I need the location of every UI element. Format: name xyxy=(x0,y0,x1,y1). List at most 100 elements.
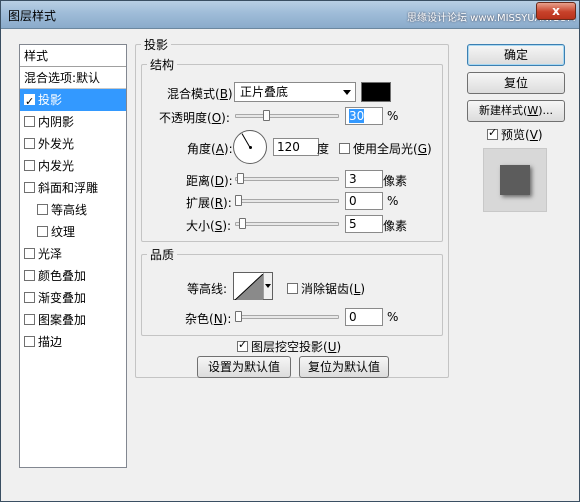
size-label: 大小(S): xyxy=(186,219,232,233)
contour-picker[interactable] xyxy=(233,272,273,300)
style-item[interactable]: 内发光 xyxy=(20,155,126,177)
style-item-checkbox[interactable] xyxy=(24,248,35,259)
preview-option[interactable]: 预览(V) xyxy=(487,126,543,143)
spread-unit: % xyxy=(387,194,399,208)
noise-input[interactable]: 0 xyxy=(345,308,383,326)
size-unit: 像素 xyxy=(383,219,408,233)
global-light-checkbox[interactable] xyxy=(339,143,350,154)
noise-slider-track[interactable] xyxy=(235,315,339,319)
set-default-button[interactable]: 设置为默认值 xyxy=(197,356,291,378)
opacity-input[interactable]: 30 xyxy=(345,107,383,125)
noise-label: 杂色(N): xyxy=(185,312,232,326)
style-item-label: 外发光 xyxy=(38,137,75,151)
style-item-label: 等高线 xyxy=(51,203,88,217)
reset-default-button[interactable]: 复位为默认值 xyxy=(299,356,389,378)
distance-unit: 像素 xyxy=(383,174,408,188)
quality-title: 品质 xyxy=(150,248,175,262)
opacity-unit: % xyxy=(387,109,399,123)
style-item[interactable]: 描边 xyxy=(20,331,126,353)
style-list-header: 样式 xyxy=(20,45,126,67)
style-item-label: 渐变叠加 xyxy=(38,291,87,305)
global-light-option[interactable]: 使用全局光(G) xyxy=(339,140,432,157)
style-item-label: 描边 xyxy=(38,335,63,349)
style-item-checkbox[interactable] xyxy=(24,116,35,127)
window-title: 图层样式 xyxy=(8,9,57,23)
angle-center-dot xyxy=(249,146,252,149)
opacity-label: 不透明度(O): xyxy=(159,111,230,125)
style-item-checkbox[interactable] xyxy=(24,314,35,325)
style-item[interactable]: 光泽 xyxy=(20,243,126,265)
angle-input[interactable]: 120 xyxy=(273,138,319,156)
contour-curve-icon xyxy=(235,274,263,300)
style-item-checkbox[interactable] xyxy=(24,182,35,193)
style-item-checkbox[interactable] xyxy=(24,270,35,281)
style-item-checkbox[interactable] xyxy=(24,292,35,303)
preview-checkbox[interactable] xyxy=(487,126,498,140)
antialias-option[interactable]: 消除锯齿(L) xyxy=(287,280,365,297)
noise-unit: % xyxy=(387,310,399,324)
opacity-slider-track[interactable] xyxy=(235,114,339,118)
style-list: 样式 混合选项:默认 投影内阴影外发光内发光斜面和浮雕等高线纹理光泽颜色叠加渐变… xyxy=(19,44,127,468)
style-item[interactable]: 外发光 xyxy=(20,133,126,155)
style-item[interactable]: 等高线 xyxy=(20,199,126,221)
style-item-label: 内阴影 xyxy=(38,115,75,129)
distance-slider-thumb[interactable] xyxy=(237,173,244,184)
size-slider-track[interactable] xyxy=(235,222,339,226)
angle-unit: 度 xyxy=(317,142,330,156)
blend-mode-label: 混合模式(B): xyxy=(167,87,237,101)
style-item-label: 图案叠加 xyxy=(38,313,87,327)
style-item-checkbox[interactable] xyxy=(37,204,48,215)
drop-shadow-title: 投影 xyxy=(144,38,169,52)
spread-label: 扩展(R): xyxy=(186,196,232,210)
style-item-label: 光泽 xyxy=(38,247,63,261)
style-item-checkbox[interactable] xyxy=(24,336,35,347)
style-item-checkbox[interactable] xyxy=(24,91,35,113)
spread-slider-thumb[interactable] xyxy=(235,195,242,206)
reset-button[interactable]: 复位 xyxy=(467,72,565,94)
contour-label: 等高线: xyxy=(187,282,228,296)
angle-label: 角度(A): xyxy=(187,142,233,156)
knockout-option[interactable]: 图层挖空投影(U) xyxy=(237,338,341,355)
antialias-checkbox[interactable] xyxy=(287,283,298,294)
style-item[interactable]: 投影 xyxy=(20,89,126,113)
style-item[interactable]: 颜色叠加 xyxy=(20,265,126,287)
shadow-color-swatch[interactable] xyxy=(361,82,391,102)
style-item-checkbox[interactable] xyxy=(24,138,35,149)
style-item[interactable]: 纹理 xyxy=(20,221,126,243)
distance-slider-track[interactable] xyxy=(235,177,339,181)
preview-thumbnail xyxy=(483,148,547,212)
distance-input[interactable]: 3 xyxy=(345,170,383,188)
style-items: 投影内阴影外发光内发光斜面和浮雕等高线纹理光泽颜色叠加渐变叠加图案叠加描边 xyxy=(20,89,126,353)
blend-options-item[interactable]: 混合选项:默认 xyxy=(20,67,126,89)
angle-dial[interactable] xyxy=(233,130,267,164)
close-icon: x xyxy=(552,4,560,18)
style-item-checkbox[interactable] xyxy=(24,160,35,171)
chevron-down-icon xyxy=(343,90,351,95)
ok-button[interactable]: 确定 xyxy=(467,44,565,66)
style-item-label: 投影 xyxy=(38,93,63,107)
noise-slider-thumb[interactable] xyxy=(235,311,242,322)
blend-mode-select[interactable]: 正片叠底 xyxy=(234,82,356,102)
style-item-label: 内发光 xyxy=(38,159,75,173)
structure-title: 结构 xyxy=(150,58,175,72)
spread-slider-track[interactable] xyxy=(235,199,339,203)
chevron-down-icon[interactable] xyxy=(263,273,272,299)
spread-input[interactable]: 0 xyxy=(345,192,383,210)
blend-mode-value: 正片叠底 xyxy=(240,85,289,99)
close-button[interactable]: x xyxy=(536,2,576,20)
size-input[interactable]: 5 xyxy=(345,215,383,233)
style-item[interactable]: 斜面和浮雕 xyxy=(20,177,126,199)
layer-style-dialog: 图层样式 思缘设计论坛 www.MISSYUAN.COM x 样式 混合选项:默… xyxy=(0,0,580,502)
style-item-checkbox[interactable] xyxy=(37,226,48,237)
style-item-label: 颜色叠加 xyxy=(38,269,87,283)
new-style-button[interactable]: 新建样式(W)... xyxy=(467,100,565,122)
title-bar[interactable]: 图层样式 思缘设计论坛 www.MISSYUAN.COM x xyxy=(1,1,579,29)
dialog-body: 样式 混合选项:默认 投影内阴影外发光内发光斜面和浮雕等高线纹理光泽颜色叠加渐变… xyxy=(9,30,573,494)
knockout-checkbox[interactable] xyxy=(237,338,248,352)
style-item[interactable]: 图案叠加 xyxy=(20,309,126,331)
distance-label: 距离(D): xyxy=(186,174,233,188)
opacity-slider-thumb[interactable] xyxy=(263,110,271,121)
style-item[interactable]: 渐变叠加 xyxy=(20,287,126,309)
size-slider-thumb[interactable] xyxy=(239,218,246,229)
style-item[interactable]: 内阴影 xyxy=(20,111,126,133)
